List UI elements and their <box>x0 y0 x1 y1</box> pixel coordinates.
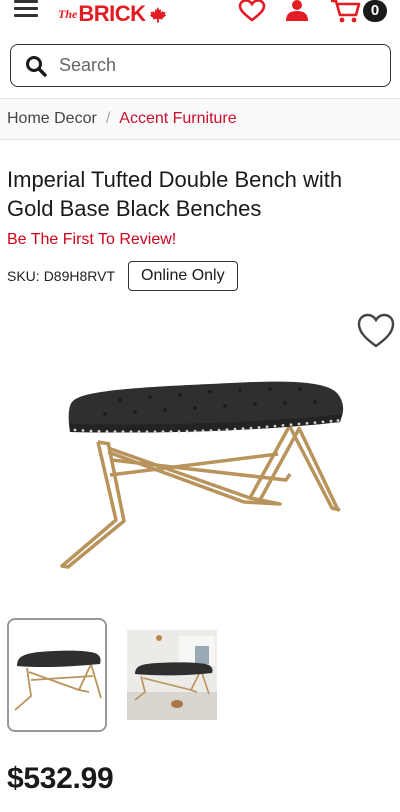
gallery-thumbnail-2[interactable] <box>127 630 217 720</box>
site-header: The BRICK 0 <box>0 0 400 36</box>
online-only-badge: Online Only <box>128 261 238 291</box>
product-main-image[interactable] <box>50 370 350 570</box>
breadcrumb-home-decor[interactable]: Home Decor <box>7 110 97 128</box>
breadcrumb: Home Decor / Accent Furniture <box>0 98 400 140</box>
sku-label: SKU: <box>7 268 40 284</box>
brand-logo[interactable]: The BRICK <box>58 1 167 27</box>
product-price: $532.99 <box>7 762 114 795</box>
bench-thumbnail-image <box>14 650 102 711</box>
write-review-link[interactable]: Be The First To Review! <box>7 231 176 249</box>
logo-the-text: The <box>58 7 78 21</box>
maple-leaf-icon <box>149 6 166 23</box>
logo-brick-text: BRICK <box>78 1 146 26</box>
breadcrumb-accent-furniture[interactable]: Accent Furniture <box>119 110 236 128</box>
search-input[interactable] <box>59 55 359 76</box>
cart-count-badge[interactable]: 0 <box>363 0 387 22</box>
heart-icon[interactable] <box>238 0 266 22</box>
menu-icon[interactable] <box>14 0 38 18</box>
sku-row: SKU: D89H8RVT Online Only <box>7 261 238 291</box>
search-bar[interactable] <box>10 44 391 87</box>
breadcrumb-separator: / <box>105 110 111 127</box>
gallery-thumbnail-1[interactable] <box>7 618 107 732</box>
sku-value: D89H8RVT <box>43 268 116 284</box>
search-icon[interactable] <box>25 55 47 77</box>
user-icon[interactable] <box>285 0 309 22</box>
bench-room-thumbnail-image <box>127 630 217 720</box>
cart-icon[interactable] <box>330 0 362 24</box>
add-to-wishlist-heart-icon[interactable] <box>357 313 395 349</box>
product-title: Imperial Tufted Double Bench with Gold B… <box>7 167 343 221</box>
